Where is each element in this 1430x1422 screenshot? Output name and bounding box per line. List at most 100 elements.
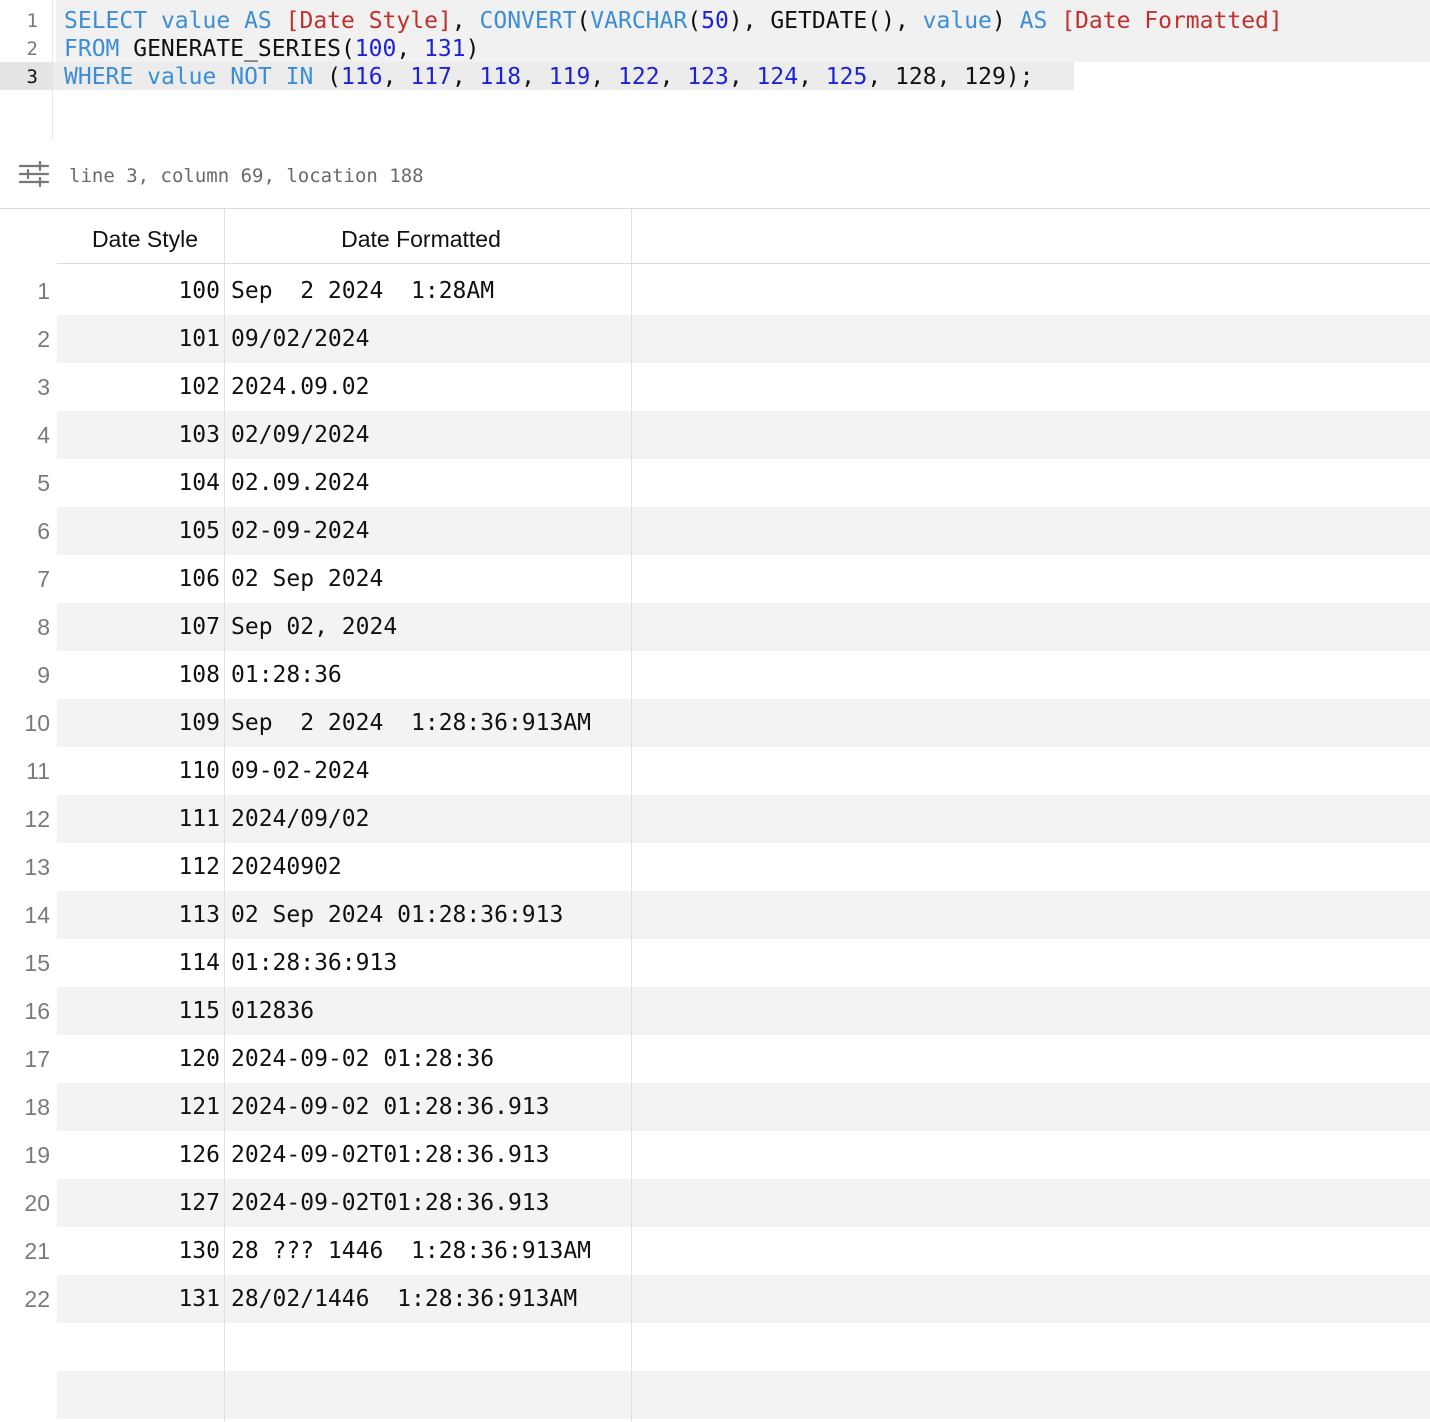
sql-editor[interactable]: 1 SELECT value AS [Date Style], CONVERT(V… bbox=[0, 0, 1430, 140]
cell-date-style[interactable]: 120 bbox=[160, 1035, 220, 1083]
cell-date-formatted[interactable]: 2024-09-02 01:28:36.913 bbox=[231, 1083, 550, 1131]
cell-date-style[interactable]: 131 bbox=[160, 1275, 220, 1323]
table-row[interactable]: 14 113 02 Sep 2024 01:28:36:913 bbox=[0, 891, 1430, 939]
cell-date-formatted[interactable]: 01:28:36:913 bbox=[231, 939, 397, 987]
cell-date-style[interactable]: 127 bbox=[160, 1179, 220, 1227]
cell-date-formatted[interactable]: 02-09-2024 bbox=[231, 507, 369, 555]
table-row[interactable]: 15 114 01:28:36:913 bbox=[0, 939, 1430, 987]
table-row[interactable]: 17 120 2024-09-02 01:28:36 bbox=[0, 1035, 1430, 1083]
code-line[interactable]: 2 FROM GENERATE_SERIES(100, 131) bbox=[0, 35, 1430, 63]
cell-date-formatted[interactable]: 2024/09/02 bbox=[231, 795, 369, 843]
cell-date-formatted[interactable]: 2024-09-02T01:28:36.913 bbox=[231, 1179, 550, 1227]
cell-date-style[interactable]: 101 bbox=[160, 315, 220, 363]
cell-date-formatted[interactable]: Sep 02, 2024 bbox=[231, 603, 397, 651]
results-grid[interactable]: Date Style Date Formatted 1 100 Sep 2 2024… bbox=[0, 209, 1430, 1422]
cell-date-style[interactable]: 113 bbox=[160, 891, 220, 939]
code-token: FROM bbox=[64, 36, 120, 62]
code-token: , bbox=[382, 64, 411, 90]
cell-date-formatted[interactable]: 2024-09-02T01:28:36.913 bbox=[231, 1131, 550, 1179]
column-header-date-style[interactable]: Date Style bbox=[62, 223, 228, 259]
table-row[interactable]: 10 109 Sep 2 2024 1:28:36:913AM bbox=[0, 699, 1430, 747]
cell-date-style[interactable]: 104 bbox=[160, 459, 220, 507]
cell-date-style[interactable]: 109 bbox=[160, 699, 220, 747]
cell-date-style[interactable]: 105 bbox=[160, 507, 220, 555]
cell-date-style[interactable]: 107 bbox=[160, 603, 220, 651]
cell-date-formatted[interactable]: 28/02/1446 1:28:36:913AM bbox=[231, 1275, 577, 1323]
table-row[interactable]: 2 101 09/02/2024 bbox=[0, 315, 1430, 363]
cell-date-style[interactable]: 102 bbox=[160, 363, 220, 411]
code-token: , bbox=[451, 8, 480, 34]
table-row[interactable]: 18 121 2024-09-02 01:28:36.913 bbox=[0, 1083, 1430, 1131]
cell-date-formatted[interactable]: Sep 2 2024 1:28AM bbox=[231, 267, 494, 315]
row-number: 4 bbox=[37, 422, 50, 448]
code-line[interactable]: 1 SELECT value AS [Date Style], CONVERT(V… bbox=[0, 7, 1430, 35]
table-row[interactable]: 20 127 2024-09-02T01:28:36.913 bbox=[0, 1179, 1430, 1227]
cell-date-formatted[interactable]: 09/02/2024 bbox=[231, 315, 369, 363]
code-text[interactable]: SELECT value AS [Date Style], CONVERT(VA… bbox=[64, 7, 1283, 35]
cell-date-formatted[interactable]: 28 ??? 1446 1:28:36:913AM bbox=[231, 1227, 591, 1275]
table-row[interactable]: 8 107 Sep 02, 2024 bbox=[0, 603, 1430, 651]
code-token: 116 bbox=[341, 64, 383, 90]
column-header-date-formatted[interactable]: Date Formatted bbox=[226, 223, 616, 259]
table-row[interactable]: 9 108 01:28:36 bbox=[0, 651, 1430, 699]
cell-date-style[interactable]: 130 bbox=[160, 1227, 220, 1275]
row-number: 1 bbox=[37, 278, 50, 304]
cell-date-style[interactable]: 121 bbox=[160, 1083, 220, 1131]
row-number: 6 bbox=[37, 518, 50, 544]
cell-date-style[interactable]: 126 bbox=[160, 1131, 220, 1179]
cell-date-formatted[interactable]: 012836 bbox=[231, 987, 314, 1035]
cell-date-formatted[interactable]: 02 Sep 2024 01:28:36:913 bbox=[231, 891, 563, 939]
table-row[interactable]: 22 131 28/02/1446 1:28:36:913AM bbox=[0, 1275, 1430, 1323]
cell-date-style[interactable]: 112 bbox=[160, 843, 220, 891]
cell-date-formatted[interactable]: 20240902 bbox=[231, 843, 342, 891]
cell-date-formatted[interactable]: 2024.09.02 bbox=[231, 363, 369, 411]
cell-date-style[interactable]: 103 bbox=[160, 411, 220, 459]
sliders-icon[interactable] bbox=[18, 160, 50, 188]
cell-date-formatted[interactable]: 09-02-2024 bbox=[231, 747, 369, 795]
code-text[interactable]: WHERE value NOT IN (116, 117, 118, 119, … bbox=[64, 63, 1034, 91]
row-background bbox=[57, 1323, 1430, 1371]
table-row[interactable]: 6 105 02-09-2024 bbox=[0, 507, 1430, 555]
cell-date-style[interactable]: 106 bbox=[160, 555, 220, 603]
table-row[interactable]: 4 103 02/09/2024 bbox=[0, 411, 1430, 459]
code-text[interactable]: FROM GENERATE_SERIES(100, 131) bbox=[64, 35, 479, 63]
table-row[interactable]: 11 110 09-02-2024 bbox=[0, 747, 1430, 795]
code-token: , bbox=[451, 64, 480, 90]
cell-date-style[interactable]: 111 bbox=[160, 795, 220, 843]
cell-date-formatted[interactable]: 01:28:36 bbox=[231, 651, 342, 699]
code-token: 50 bbox=[701, 8, 729, 34]
code-token: 119 bbox=[548, 64, 591, 90]
cell-date-formatted[interactable]: 2024-09-02 01:28:36 bbox=[231, 1035, 494, 1083]
row-number: 10 bbox=[24, 710, 50, 736]
row-number: 15 bbox=[24, 950, 50, 976]
table-row[interactable]: 1 100 Sep 2 2024 1:28AM bbox=[0, 267, 1430, 315]
table-row[interactable]: 21 130 28 ??? 1446 1:28:36:913AM bbox=[0, 1227, 1430, 1275]
code-token: , bbox=[728, 64, 757, 90]
table-row[interactable]: 13 112 20240902 bbox=[0, 843, 1430, 891]
table-row[interactable]: 12 111 2024/09/02 bbox=[0, 795, 1430, 843]
code-token: , bbox=[867, 64, 896, 90]
column-divider bbox=[631, 209, 632, 1422]
cell-date-style[interactable]: 108 bbox=[160, 651, 220, 699]
code-token: AS bbox=[1019, 8, 1048, 34]
cell-date-formatted[interactable]: 02 Sep 2024 bbox=[231, 555, 383, 603]
cell-date-style[interactable]: 115 bbox=[160, 987, 220, 1035]
row-number: 11 bbox=[26, 758, 50, 784]
cell-date-formatted[interactable]: Sep 2 2024 1:28:36:913AM bbox=[231, 699, 591, 747]
table-row[interactable]: 5 104 02.09.2024 bbox=[0, 459, 1430, 507]
cell-date-formatted[interactable]: 02/09/2024 bbox=[231, 411, 369, 459]
cell-date-style[interactable]: 114 bbox=[160, 939, 220, 987]
code-token: , bbox=[659, 64, 688, 90]
table-row[interactable]: 7 106 02 Sep 2024 bbox=[0, 555, 1430, 603]
cell-date-formatted[interactable]: 02.09.2024 bbox=[231, 459, 369, 507]
cell-date-style[interactable]: 110 bbox=[160, 747, 220, 795]
code-line[interactable]: 3 WHERE value NOT IN (116, 117, 118, 119,… bbox=[0, 63, 1430, 91]
line-number: 1 bbox=[26, 10, 38, 32]
table-row[interactable]: 3 102 2024.09.02 bbox=[0, 363, 1430, 411]
cell-date-style[interactable]: 100 bbox=[160, 267, 220, 315]
code-token: GENERATE_SERIES( bbox=[119, 36, 355, 62]
row-number: 13 bbox=[24, 854, 50, 880]
table-row[interactable]: 16 115 012836 bbox=[0, 987, 1430, 1035]
table-row[interactable]: 19 126 2024-09-02T01:28:36.913 bbox=[0, 1131, 1430, 1179]
